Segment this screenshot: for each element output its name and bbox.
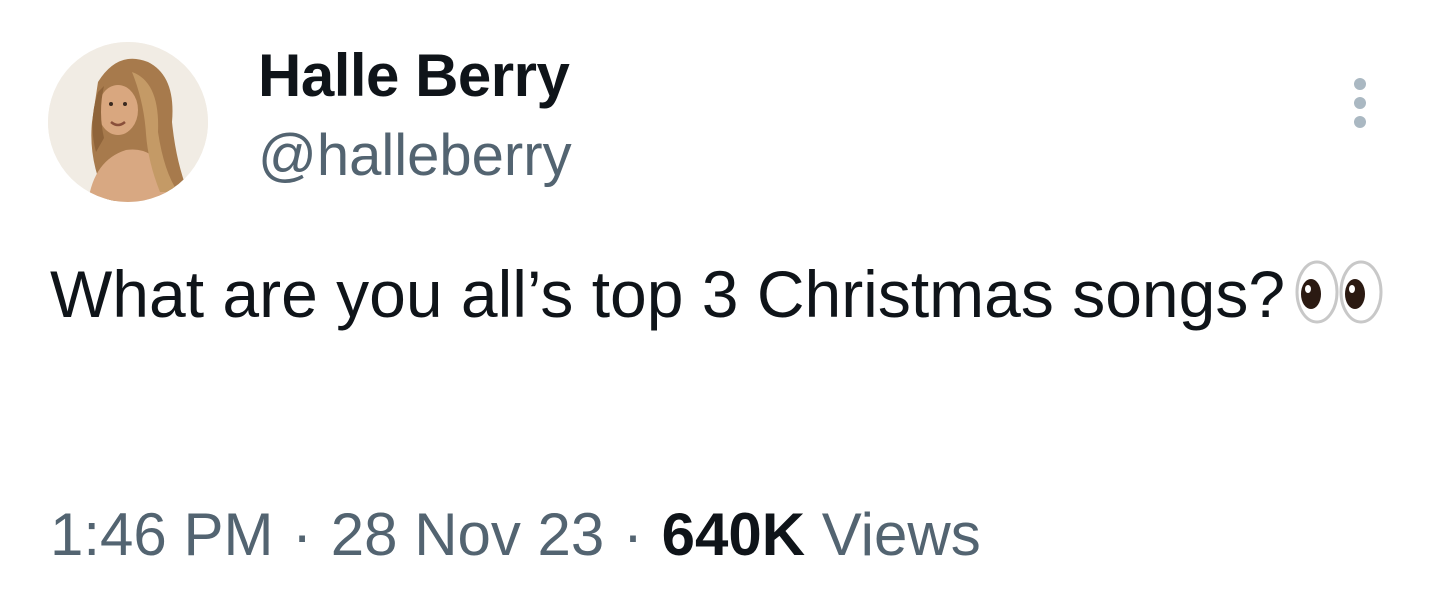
tweet-date[interactable]: 28 Nov 23 (331, 501, 605, 568)
eyes-emoji-icon (1295, 256, 1387, 348)
views-count: 640K (661, 501, 806, 568)
tweet-time[interactable]: 1:46 PM (50, 501, 273, 568)
tweet-meta: 1:46 PM · 28 Nov 23 · 640K Views (50, 498, 981, 572)
tweet-text-content: What are you all’s top 3 Christmas songs… (50, 257, 1286, 331)
tweet-card: Halle Berry @halleberry What are you all… (0, 0, 1437, 616)
meta-separator: · (622, 501, 643, 568)
views-label: Views (821, 501, 981, 568)
author-display-name[interactable]: Halle Berry (258, 40, 570, 112)
avatar-photo (48, 42, 208, 202)
tweet-text: What are you all’s top 3 Christmas songs… (50, 248, 1390, 348)
more-options-button[interactable] (1340, 74, 1380, 134)
more-options-icon (1354, 78, 1366, 128)
author-handle[interactable]: @halleberry (258, 121, 572, 191)
meta-separator: · (292, 501, 313, 568)
avatar[interactable] (48, 42, 208, 202)
